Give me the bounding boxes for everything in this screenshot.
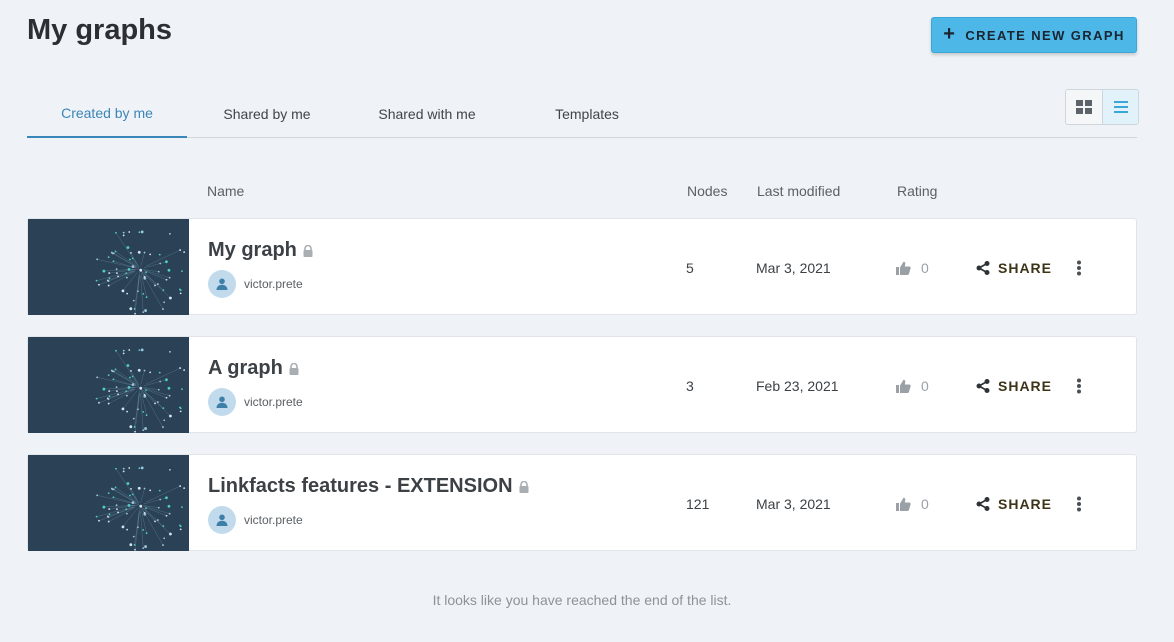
avatar bbox=[208, 506, 236, 534]
graph-owner: victor.prete bbox=[208, 506, 303, 534]
avatar bbox=[208, 388, 236, 416]
view-toggle bbox=[1065, 89, 1139, 125]
graph-title[interactable]: A graph bbox=[208, 357, 299, 380]
node-count: 121 bbox=[686, 495, 710, 512]
graph-row[interactable]: A graph victor.prete 3 Feb 23, 2021 0 SH… bbox=[27, 336, 1137, 433]
more-vertical-icon bbox=[1077, 260, 1081, 275]
tab-shared-with-me[interactable]: Shared with me bbox=[347, 90, 507, 137]
share-label: SHARE bbox=[998, 495, 1053, 512]
end-of-list-message: It looks like you have reached the end o… bbox=[432, 592, 732, 608]
graph-owner: victor.prete bbox=[208, 388, 303, 416]
list-view-icon bbox=[1113, 101, 1128, 113]
thumbs-up-icon bbox=[896, 497, 911, 511]
list-view-button[interactable] bbox=[1102, 90, 1138, 124]
create-new-graph-button[interactable]: + CREATE NEW GRAPH bbox=[931, 17, 1137, 53]
rating[interactable]: 0 bbox=[896, 219, 929, 316]
share-button[interactable]: SHARE bbox=[976, 455, 1052, 552]
graph-name: A graph bbox=[208, 357, 283, 379]
graph-title[interactable]: My graph bbox=[208, 239, 313, 262]
column-header-rating: Rating bbox=[897, 183, 938, 199]
share-button[interactable]: SHARE bbox=[976, 337, 1052, 434]
share-icon bbox=[976, 260, 990, 275]
graph-thumbnail[interactable] bbox=[28, 455, 189, 551]
grid-view-icon bbox=[1076, 100, 1092, 114]
page-title: My graphs bbox=[27, 14, 173, 46]
lock-icon bbox=[303, 244, 313, 257]
column-header-name: Name bbox=[207, 183, 245, 199]
share-label: SHARE bbox=[998, 259, 1053, 276]
user-icon bbox=[216, 514, 228, 526]
more-options-button[interactable] bbox=[1076, 219, 1082, 316]
column-header-nodes: Nodes bbox=[687, 183, 728, 199]
rating-count: 0 bbox=[921, 259, 929, 276]
graph-title[interactable]: Linkfacts features - EXTENSION bbox=[208, 475, 529, 498]
last-modified-date: Feb 23, 2021 bbox=[756, 377, 839, 394]
graph-row[interactable]: Linkfacts features - EXTENSION victor.pr… bbox=[27, 454, 1137, 551]
graph-owner: victor.prete bbox=[208, 270, 303, 298]
create-new-graph-label: CREATE NEW GRAPH bbox=[965, 27, 1125, 43]
more-vertical-icon bbox=[1077, 378, 1081, 393]
tab-templates[interactable]: Templates bbox=[507, 90, 667, 137]
grid-view-button[interactable] bbox=[1066, 90, 1102, 124]
owner-name: victor.prete bbox=[244, 395, 303, 409]
graph-name: Linkfacts features - EXTENSION bbox=[208, 475, 513, 497]
last-modified-date: Mar 3, 2021 bbox=[756, 495, 831, 512]
thumbs-up-icon bbox=[896, 261, 911, 275]
more-options-button[interactable] bbox=[1076, 455, 1082, 552]
graph-row[interactable]: My graph victor.prete 5 Mar 3, 2021 0 SH… bbox=[27, 218, 1137, 315]
node-count: 3 bbox=[686, 377, 694, 394]
tab-bar: Created by me Shared by me Shared with m… bbox=[27, 90, 1137, 138]
last-modified-date: Mar 3, 2021 bbox=[756, 259, 831, 276]
tab-shared-by-me[interactable]: Shared by me bbox=[187, 90, 347, 137]
owner-name: victor.prete bbox=[244, 513, 303, 527]
graph-name: My graph bbox=[208, 239, 297, 261]
user-icon bbox=[216, 278, 228, 290]
more-vertical-icon bbox=[1077, 496, 1081, 511]
more-options-button[interactable] bbox=[1076, 337, 1082, 434]
thumbs-up-icon bbox=[896, 379, 911, 393]
share-label: SHARE bbox=[998, 377, 1053, 394]
share-icon bbox=[976, 378, 990, 393]
avatar bbox=[208, 270, 236, 298]
graph-thumbnail[interactable] bbox=[28, 337, 189, 433]
lock-icon bbox=[519, 480, 529, 493]
share-button[interactable]: SHARE bbox=[976, 219, 1052, 316]
share-icon bbox=[976, 496, 990, 511]
rating-count: 0 bbox=[921, 495, 929, 512]
owner-name: victor.prete bbox=[244, 277, 303, 291]
column-header-last-modified: Last modified bbox=[757, 183, 841, 199]
plus-icon: + bbox=[943, 23, 957, 45]
node-count: 5 bbox=[686, 259, 694, 276]
user-icon bbox=[216, 396, 228, 408]
rating[interactable]: 0 bbox=[896, 455, 929, 552]
lock-icon bbox=[289, 362, 299, 375]
graph-thumbnail[interactable] bbox=[28, 219, 189, 315]
rating-count: 0 bbox=[921, 377, 929, 394]
tab-created-by-me[interactable]: Created by me bbox=[27, 90, 187, 138]
rating[interactable]: 0 bbox=[896, 337, 929, 434]
